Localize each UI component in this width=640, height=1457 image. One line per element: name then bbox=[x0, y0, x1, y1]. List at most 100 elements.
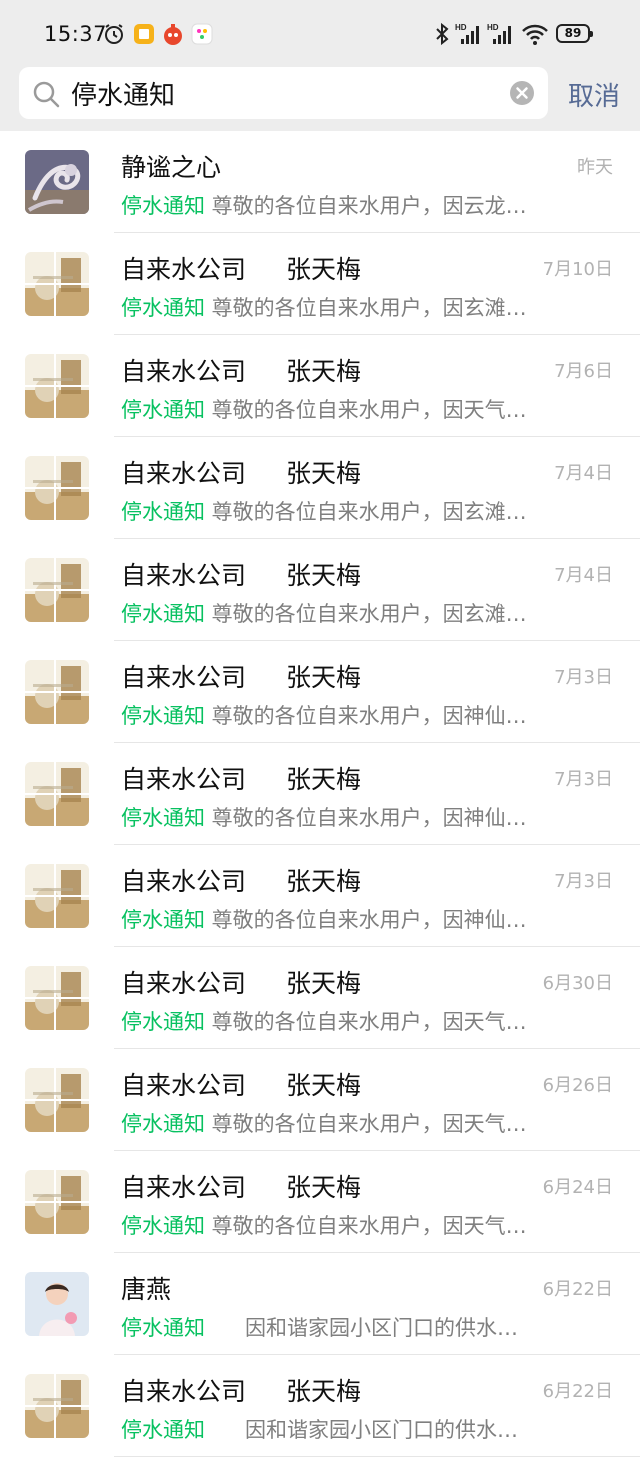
sender-name: 张天梅 bbox=[286, 1377, 362, 1406]
chat-title: 自来水公司 bbox=[121, 969, 247, 998]
search-input[interactable] bbox=[71, 67, 501, 119]
message-date: 7月4日 bbox=[554, 565, 613, 586]
avatar bbox=[25, 1374, 89, 1438]
avatar bbox=[25, 354, 89, 418]
sender-name: 张天梅 bbox=[286, 255, 362, 284]
signal-hd-icon: HD bbox=[455, 23, 479, 44]
sender-name: 张天梅 bbox=[286, 867, 362, 896]
chat-name: 自来水公司 张天梅 bbox=[121, 352, 361, 388]
chat-name: 自来水公司 张天梅 bbox=[121, 1168, 361, 1204]
keyword-highlight: 停水通知 bbox=[121, 1214, 205, 1238]
keyword-highlight: 停水通知 bbox=[121, 908, 205, 932]
message-date: 6月24日 bbox=[542, 1177, 613, 1198]
chat-title: 自来水公司 bbox=[121, 867, 247, 896]
avatar bbox=[25, 1068, 89, 1132]
snippet-text: 尊敬的各位自来水用户，因神仙… bbox=[205, 806, 527, 830]
message-snippet: 停水通知 尊敬的各位自来水用户，因玄滩… bbox=[121, 496, 541, 526]
message-snippet: 停水通知 因和谐家园小区门口的供水… bbox=[121, 1312, 541, 1342]
message-date: 6月22日 bbox=[542, 1279, 613, 1300]
message-date: 7月3日 bbox=[554, 871, 613, 892]
search-result-list: 静谧之心 昨天 停水通知 尊敬的各位自来水用户，因云龙… 自来水公司 张天梅 7月… bbox=[0, 131, 640, 1457]
sender-name: 张天梅 bbox=[286, 459, 362, 488]
svg-text:HD: HD bbox=[455, 23, 467, 32]
photos-app-icon bbox=[191, 23, 213, 45]
result-row[interactable]: 自来水公司 张天梅 7月3日 停水通知 尊敬的各位自来水用户，因神仙… bbox=[0, 845, 640, 947]
result-row[interactable]: 自来水公司 张天梅 7月10日 停水通知 尊敬的各位自来水用户，因玄滩… bbox=[0, 233, 640, 335]
chat-title: 自来水公司 bbox=[121, 765, 247, 794]
snippet-text: 尊敬的各位自来水用户，因玄滩… bbox=[205, 296, 527, 320]
snippet-text: 尊敬的各位自来水用户，因神仙… bbox=[205, 704, 527, 728]
snippet-text: 尊敬的各位自来水用户，因天气… bbox=[205, 1214, 527, 1238]
message-snippet: 停水通知 尊敬的各位自来水用户，因神仙… bbox=[121, 700, 541, 730]
chat-title: 唐燕 bbox=[121, 1275, 172, 1304]
chat-name: 自来水公司 张天梅 bbox=[121, 658, 361, 694]
avatar bbox=[25, 660, 89, 724]
message-snippet: 停水通知 尊敬的各位自来水用户，因神仙… bbox=[121, 904, 541, 934]
chat-name: 自来水公司 张天梅 bbox=[121, 250, 361, 286]
keyword-highlight: 停水通知 bbox=[121, 1112, 205, 1136]
result-row[interactable]: 自来水公司 张天梅 6月30日 停水通知 尊敬的各位自来水用户，因天气… bbox=[0, 947, 640, 1049]
message-date: 6月30日 bbox=[542, 973, 613, 994]
alarm-icon bbox=[105, 24, 123, 44]
chat-title: 自来水公司 bbox=[121, 459, 247, 488]
message-snippet: 停水通知 尊敬的各位自来水用户，因玄滩… bbox=[121, 292, 541, 322]
result-row[interactable]: 自来水公司 张天梅 6月24日 停水通知 尊敬的各位自来水用户，因天气… bbox=[0, 1151, 640, 1253]
status-bar: 15:37 HD HD 89 bbox=[0, 0, 640, 70]
message-snippet: 停水通知 尊敬的各位自来水用户，因天气… bbox=[121, 1210, 541, 1240]
snippet-text: 尊敬的各位自来水用户，因云龙… bbox=[205, 194, 527, 218]
message-date: 7月3日 bbox=[554, 667, 613, 688]
message-snippet: 停水通知 尊敬的各位自来水用户，因天气… bbox=[121, 1006, 541, 1036]
sender-name: 张天梅 bbox=[286, 765, 362, 794]
keyword-highlight: 停水通知 bbox=[121, 1316, 205, 1340]
sender-name: 张天梅 bbox=[286, 561, 362, 590]
search-icon bbox=[33, 81, 60, 108]
chat-name: 自来水公司 张天梅 bbox=[121, 964, 361, 1000]
result-row[interactable]: 静谧之心 昨天 停水通知 尊敬的各位自来水用户，因云龙… bbox=[0, 131, 640, 233]
message-snippet: 停水通知 尊敬的各位自来水用户，因云龙… bbox=[121, 190, 541, 220]
message-date: 昨天 bbox=[577, 157, 613, 178]
keyword-highlight: 停水通知 bbox=[121, 398, 205, 422]
chat-name: 自来水公司 张天梅 bbox=[121, 556, 361, 592]
svg-text:HD: HD bbox=[487, 23, 499, 32]
avatar bbox=[25, 864, 89, 928]
keyword-highlight: 停水通知 bbox=[121, 296, 205, 320]
keyword-highlight: 停水通知 bbox=[121, 704, 205, 728]
notes-app-icon bbox=[134, 24, 154, 44]
chat-title: 自来水公司 bbox=[121, 357, 247, 386]
snippet-text: 尊敬的各位自来水用户，因天气… bbox=[205, 1112, 527, 1136]
result-row[interactable]: 自来水公司 张天梅 6月22日 停水通知 因和谐家园小区门口的供水… bbox=[0, 1355, 640, 1457]
sender-name: 张天梅 bbox=[286, 357, 362, 386]
avatar bbox=[25, 966, 89, 1030]
snippet-text: 因和谐家园小区门口的供水… bbox=[205, 1316, 519, 1340]
chat-name: 自来水公司 张天梅 bbox=[121, 1066, 361, 1102]
result-row[interactable]: 唐燕 6月22日 停水通知 因和谐家园小区门口的供水… bbox=[0, 1253, 640, 1355]
status-time: 15:37 bbox=[44, 22, 108, 46]
cancel-button[interactable]: 取消 bbox=[568, 76, 620, 113]
chat-name: 自来水公司 张天梅 bbox=[121, 862, 361, 898]
chat-title: 自来水公司 bbox=[121, 1071, 247, 1100]
snippet-text: 尊敬的各位自来水用户，因玄滩… bbox=[205, 500, 527, 524]
search-bar[interactable] bbox=[19, 67, 548, 119]
clear-icon[interactable] bbox=[509, 80, 535, 106]
chat-name: 自来水公司 张天梅 bbox=[121, 1372, 361, 1408]
result-row[interactable]: 自来水公司 张天梅 7月4日 停水通知 尊敬的各位自来水用户，因玄滩… bbox=[0, 437, 640, 539]
battery-icon: 89 bbox=[556, 24, 593, 43]
avatar bbox=[25, 252, 89, 316]
result-row[interactable]: 自来水公司 张天梅 7月4日 停水通知 尊敬的各位自来水用户，因玄滩… bbox=[0, 539, 640, 641]
sender-name: 张天梅 bbox=[286, 969, 362, 998]
message-snippet: 停水通知 尊敬的各位自来水用户，因天气… bbox=[121, 394, 541, 424]
chat-name: 自来水公司 张天梅 bbox=[121, 454, 361, 490]
keyword-highlight: 停水通知 bbox=[121, 1010, 205, 1034]
chat-title: 自来水公司 bbox=[121, 663, 247, 692]
sender-name: 张天梅 bbox=[286, 1173, 362, 1202]
result-row[interactable]: 自来水公司 张天梅 6月26日 停水通知 尊敬的各位自来水用户，因天气… bbox=[0, 1049, 640, 1151]
avatar bbox=[25, 1170, 89, 1234]
result-row[interactable]: 自来水公司 张天梅 7月3日 停水通知 尊敬的各位自来水用户，因神仙… bbox=[0, 743, 640, 845]
bluetooth-icon bbox=[436, 22, 449, 46]
sender-name: 张天梅 bbox=[286, 663, 362, 692]
avatar bbox=[25, 762, 89, 826]
result-row[interactable]: 自来水公司 张天梅 7月6日 停水通知 尊敬的各位自来水用户，因天气… bbox=[0, 335, 640, 437]
message-date: 6月22日 bbox=[542, 1381, 613, 1402]
keyword-highlight: 停水通知 bbox=[121, 194, 205, 218]
result-row[interactable]: 自来水公司 张天梅 7月3日 停水通知 尊敬的各位自来水用户，因神仙… bbox=[0, 641, 640, 743]
